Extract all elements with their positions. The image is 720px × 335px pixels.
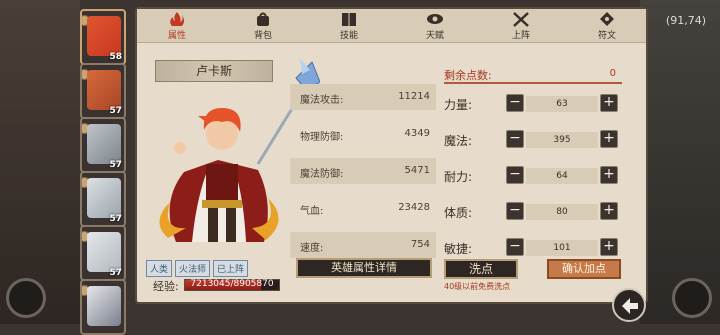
hero-tag: 已上阵 — [213, 260, 249, 277]
attribute-row: 体质: −80 + — [444, 201, 624, 223]
tab-label: 天赋 — [425, 31, 444, 41]
tab-2[interactable]: 技能 — [319, 11, 379, 41]
exp-label: 经验: — [153, 280, 179, 293]
hero-tags: 人类 火法师 已上阵 — [146, 257, 251, 277]
tab-label: 符文 — [597, 31, 616, 41]
back-arrow-icon — [622, 298, 638, 314]
remaining-points-label: 剩余点数: — [444, 69, 492, 82]
hero-level: 57 — [109, 214, 122, 224]
stat-label: 魔法防御: — [300, 169, 344, 180]
attribute-row: 魔法: −395 + — [444, 129, 624, 151]
hero-level: 58 — [109, 52, 122, 62]
stat-label: 物理防御: — [300, 132, 344, 143]
hero-slot[interactable]: 57 — [80, 225, 126, 281]
stat-row: 魔法防御: 5471 — [290, 158, 436, 184]
attribute-row: 耐力: −64 + — [444, 165, 624, 187]
attribute-value: 101 — [526, 240, 598, 256]
stat-label: 魔法攻击: — [300, 95, 344, 106]
hero-avatar — [87, 124, 121, 164]
decrease-button[interactable]: − — [506, 94, 524, 112]
stat-value: 5471 — [404, 165, 430, 176]
tab-1[interactable]: 背包 — [233, 11, 293, 41]
hero-slot[interactable]: 57 — [80, 171, 126, 227]
stat-row: 魔法攻击: 11214 — [290, 84, 436, 110]
tab-5[interactable]: 符文 — [577, 11, 637, 41]
attribute-row: 敏捷: −101 + — [444, 237, 624, 259]
increase-button[interactable]: + — [600, 130, 618, 148]
tab-3[interactable]: 天赋 — [405, 11, 465, 41]
stat-value: 4349 — [404, 128, 430, 139]
decrease-button[interactable]: − — [506, 202, 524, 220]
increase-button[interactable]: + — [600, 202, 618, 220]
menu-button[interactable] — [672, 278, 712, 318]
exp-text: 7213045/8905870 — [190, 279, 274, 289]
crossed-swords-icon — [513, 12, 529, 27]
hero-avatar — [87, 286, 121, 326]
stat-value: 23428 — [398, 202, 430, 213]
tab-0[interactable]: 属性 — [147, 11, 207, 41]
attribute-label: 魔法: — [444, 134, 473, 148]
hero-level: 57 — [109, 106, 122, 116]
attribute-value: 64 — [526, 168, 598, 184]
stat-row: 气血: 23428 — [290, 195, 436, 221]
attribute-row: 力量: −63 + — [444, 93, 624, 115]
book-icon — [342, 13, 356, 26]
hero-slot[interactable]: 57 — [80, 117, 126, 173]
tab-label: 技能 — [339, 31, 358, 41]
background-left — [0, 0, 80, 324]
decrease-button[interactable]: − — [506, 130, 524, 148]
stat-value: 11214 — [398, 91, 430, 102]
tab-label: 背包 — [253, 31, 272, 41]
tab-label: 属性 — [167, 31, 186, 41]
stat-label: 速度: — [300, 243, 324, 254]
exp-bar: 7213045/8905870 — [184, 279, 280, 291]
attribute-value: 63 — [526, 96, 598, 112]
hero-level: 57 — [109, 268, 122, 278]
hero-tag: 人类 — [146, 260, 173, 277]
hero-level: 57 — [109, 160, 122, 170]
stat-row: 速度: 754 — [290, 232, 436, 258]
attribute-value: 395 — [526, 132, 598, 148]
tab-label: 上阵 — [511, 31, 530, 41]
hero-slot[interactable] — [80, 279, 126, 335]
hero-avatar — [87, 16, 121, 56]
wash-points-button[interactable]: 洗点 — [444, 259, 518, 279]
background-right — [640, 0, 720, 324]
hero-slot[interactable]: 57 — [80, 63, 126, 119]
remaining-points-value: 0 — [609, 68, 616, 79]
flame-icon — [170, 12, 184, 26]
bag-icon — [257, 12, 269, 26]
back-button[interactable] — [612, 288, 646, 322]
attribute-value: 80 — [526, 204, 598, 220]
tab-bar: 属性 背包 技能 天赋 上阵 符文 — [137, 9, 646, 43]
attribute-label: 耐力: — [444, 170, 473, 184]
wash-note: 40级以前免费洗点 — [444, 282, 511, 291]
hero-slot[interactable]: 58 — [80, 9, 126, 65]
increase-button[interactable]: + — [600, 166, 618, 184]
stat-label: 气血: — [300, 206, 324, 217]
remaining-points: 剩余点数: 0 — [444, 66, 622, 84]
hero-avatar — [87, 232, 121, 272]
increase-button[interactable]: + — [600, 238, 618, 256]
hero-avatar — [87, 178, 121, 218]
stat-row: 物理防御: 4349 — [290, 121, 436, 147]
attribute-label: 体质: — [444, 206, 473, 220]
map-button[interactable] — [6, 278, 46, 318]
hero-detail-button[interactable]: 英雄属性详情 — [296, 258, 432, 278]
decrease-button[interactable]: − — [506, 238, 524, 256]
confirm-points-button[interactable]: 确认加点 — [547, 259, 621, 279]
decrease-button[interactable]: − — [506, 166, 524, 184]
hero-tag: 火法师 — [175, 260, 211, 277]
stat-value: 754 — [410, 239, 430, 250]
tab-4[interactable]: 上阵 — [491, 11, 551, 41]
attribute-label: 敏捷: — [444, 242, 473, 256]
increase-button[interactable]: + — [600, 94, 618, 112]
hero-avatar — [87, 70, 121, 110]
attribute-label: 力量: — [444, 98, 473, 112]
eye-icon — [427, 14, 443, 24]
coordinate-readout: (91,74) — [665, 14, 706, 27]
hero-portrait — [159, 58, 320, 242]
rune-icon — [600, 12, 614, 26]
